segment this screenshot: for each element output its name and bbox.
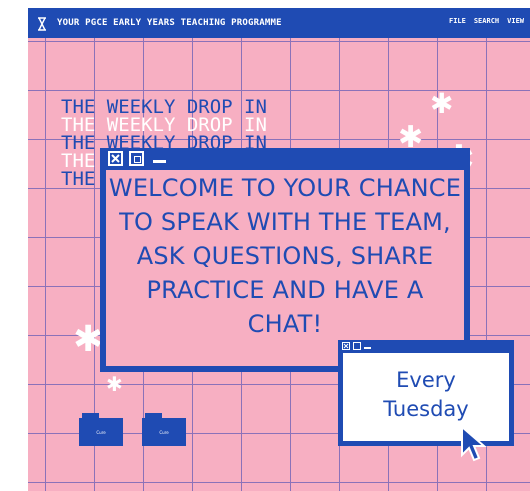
- maximize-icon[interactable]: [353, 342, 361, 350]
- welcome-line-3: ASK QUESTIONS, SHARE: [136, 242, 434, 270]
- welcome-window-body: WELCOME TO YOUR CHANCE TO SPEAK WITH THE…: [106, 170, 464, 366]
- schedule-window-titlebar[interactable]: [338, 340, 514, 353]
- cursor-icon: [460, 424, 490, 469]
- menu-search[interactable]: SEARCH: [474, 17, 499, 25]
- close-icon[interactable]: [342, 342, 350, 350]
- minimize-icon[interactable]: [150, 151, 166, 166]
- maximize-icon[interactable]: [129, 151, 144, 166]
- minimize-icon[interactable]: [364, 347, 371, 349]
- folder-icon[interactable]: Cure: [142, 413, 186, 446]
- welcome-line-2: TO SPEAK WITH THE TEAM,: [119, 208, 451, 236]
- welcome-window-titlebar[interactable]: [100, 148, 470, 170]
- top-bar: YOUR PGCE EARLY YEARS TEACHING PROGRAMME…: [28, 8, 530, 38]
- app-title: YOUR PGCE EARLY YEARS TEACHING PROGRAMME: [57, 18, 282, 28]
- welcome-line-5: CHAT!: [247, 310, 323, 338]
- close-icon[interactable]: [108, 151, 123, 166]
- schedule-line-1: Every: [396, 368, 456, 392]
- welcome-line-4: PRACTICE AND HAVE A: [146, 276, 424, 304]
- folder-label: Cure: [159, 430, 169, 435]
- schedule-line-2: Tuesday: [383, 397, 469, 421]
- desktop-canvas: THE WEEKLY DROP IN THE WEEKLY DROP IN TH…: [28, 38, 530, 491]
- folder-icon[interactable]: Cure: [79, 413, 123, 446]
- welcome-line-1: WELCOME TO YOUR CHANCE: [108, 174, 462, 202]
- sparkle-icon: ✱: [73, 319, 104, 360]
- menu-file[interactable]: FILE: [449, 17, 466, 25]
- menu-bar: FILE SEARCH VIEW: [449, 17, 524, 25]
- app-window: YOUR PGCE EARLY YEARS TEACHING PROGRAMME…: [28, 8, 530, 491]
- hourglass-icon: [37, 16, 47, 31]
- sparkle-icon: ✱: [106, 372, 123, 396]
- menu-view[interactable]: VIEW: [507, 17, 524, 25]
- sparkle-icon: ✱: [430, 87, 454, 120]
- folder-label: Cure: [96, 430, 106, 435]
- welcome-window: WELCOME TO YOUR CHANCE TO SPEAK WITH THE…: [100, 148, 470, 372]
